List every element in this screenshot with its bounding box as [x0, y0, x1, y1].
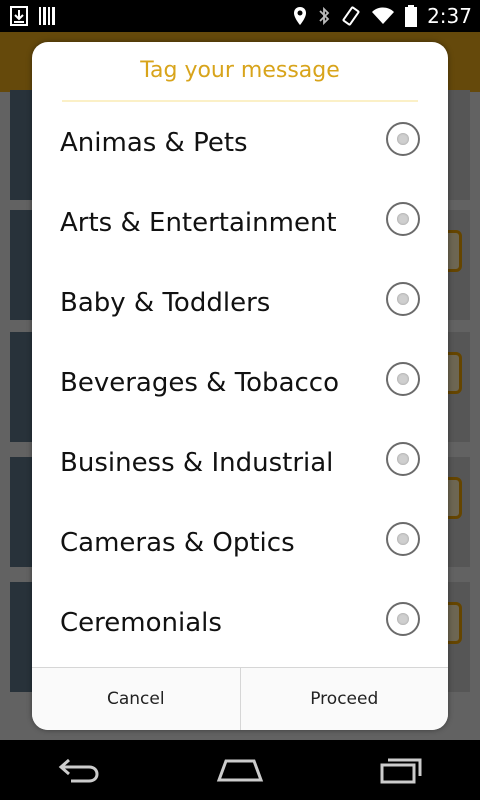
tag-option-label: Arts & Entertainment — [60, 208, 337, 238]
tag-option[interactable]: Ceremonials — [32, 582, 448, 662]
barcode-icon — [38, 6, 56, 26]
tag-option-label: Baby & Toddlers — [60, 288, 271, 318]
tag-option-label: Animas & Pets — [60, 128, 248, 158]
battery-icon — [405, 5, 418, 27]
dialog-title: Tag your message — [140, 58, 340, 83]
tag-option-label: Business & Industrial — [60, 448, 334, 478]
radio-indicator — [397, 133, 409, 145]
proceed-button[interactable]: Proceed — [239, 668, 449, 730]
dialog-button-bar: Cancel Proceed — [32, 667, 448, 730]
tag-dialog: Tag your message Animas & Pets Arts & En… — [32, 42, 448, 730]
radio-indicator — [397, 293, 409, 305]
tag-option-label: Beverages & Tobacco — [60, 368, 339, 398]
cancel-button[interactable]: Cancel — [32, 668, 240, 730]
radio-button[interactable] — [386, 602, 420, 636]
wifi-icon — [371, 6, 395, 26]
radio-indicator — [397, 373, 409, 385]
radio-indicator — [397, 613, 409, 625]
radio-button[interactable] — [386, 282, 420, 316]
bluetooth-icon — [317, 6, 331, 26]
radio-button[interactable] — [386, 202, 420, 236]
status-bar: 2:37 — [0, 0, 480, 32]
radio-indicator — [397, 453, 409, 465]
download-icon — [10, 6, 28, 26]
clock: 2:37 — [427, 4, 472, 28]
radio-button[interactable] — [386, 122, 420, 156]
recents-icon[interactable] — [379, 756, 423, 784]
tag-option[interactable]: Cameras & Optics — [32, 502, 448, 582]
radio-indicator — [397, 533, 409, 545]
tag-option[interactable]: Baby & Toddlers — [32, 262, 448, 342]
tag-option[interactable]: Animas & Pets — [32, 102, 448, 182]
tag-option[interactable]: Beverages & Tobacco — [32, 342, 448, 422]
tag-options-list[interactable]: Animas & Pets Arts & Entertainment Baby … — [32, 102, 448, 668]
tag-option-label: Ceremonials — [60, 608, 222, 638]
tag-option[interactable]: Business & Industrial — [32, 422, 448, 502]
tag-option-label: Cameras & Optics — [60, 528, 295, 558]
radio-indicator — [397, 213, 409, 225]
navigation-bar — [0, 740, 480, 800]
location-icon — [293, 6, 307, 26]
radio-button[interactable] — [386, 362, 420, 396]
radio-button[interactable] — [386, 522, 420, 556]
back-icon[interactable] — [57, 756, 101, 784]
home-icon[interactable] — [216, 757, 264, 783]
tag-option[interactable]: Arts & Entertainment — [32, 182, 448, 262]
radio-button[interactable] — [386, 442, 420, 476]
rotate-icon — [341, 6, 361, 26]
